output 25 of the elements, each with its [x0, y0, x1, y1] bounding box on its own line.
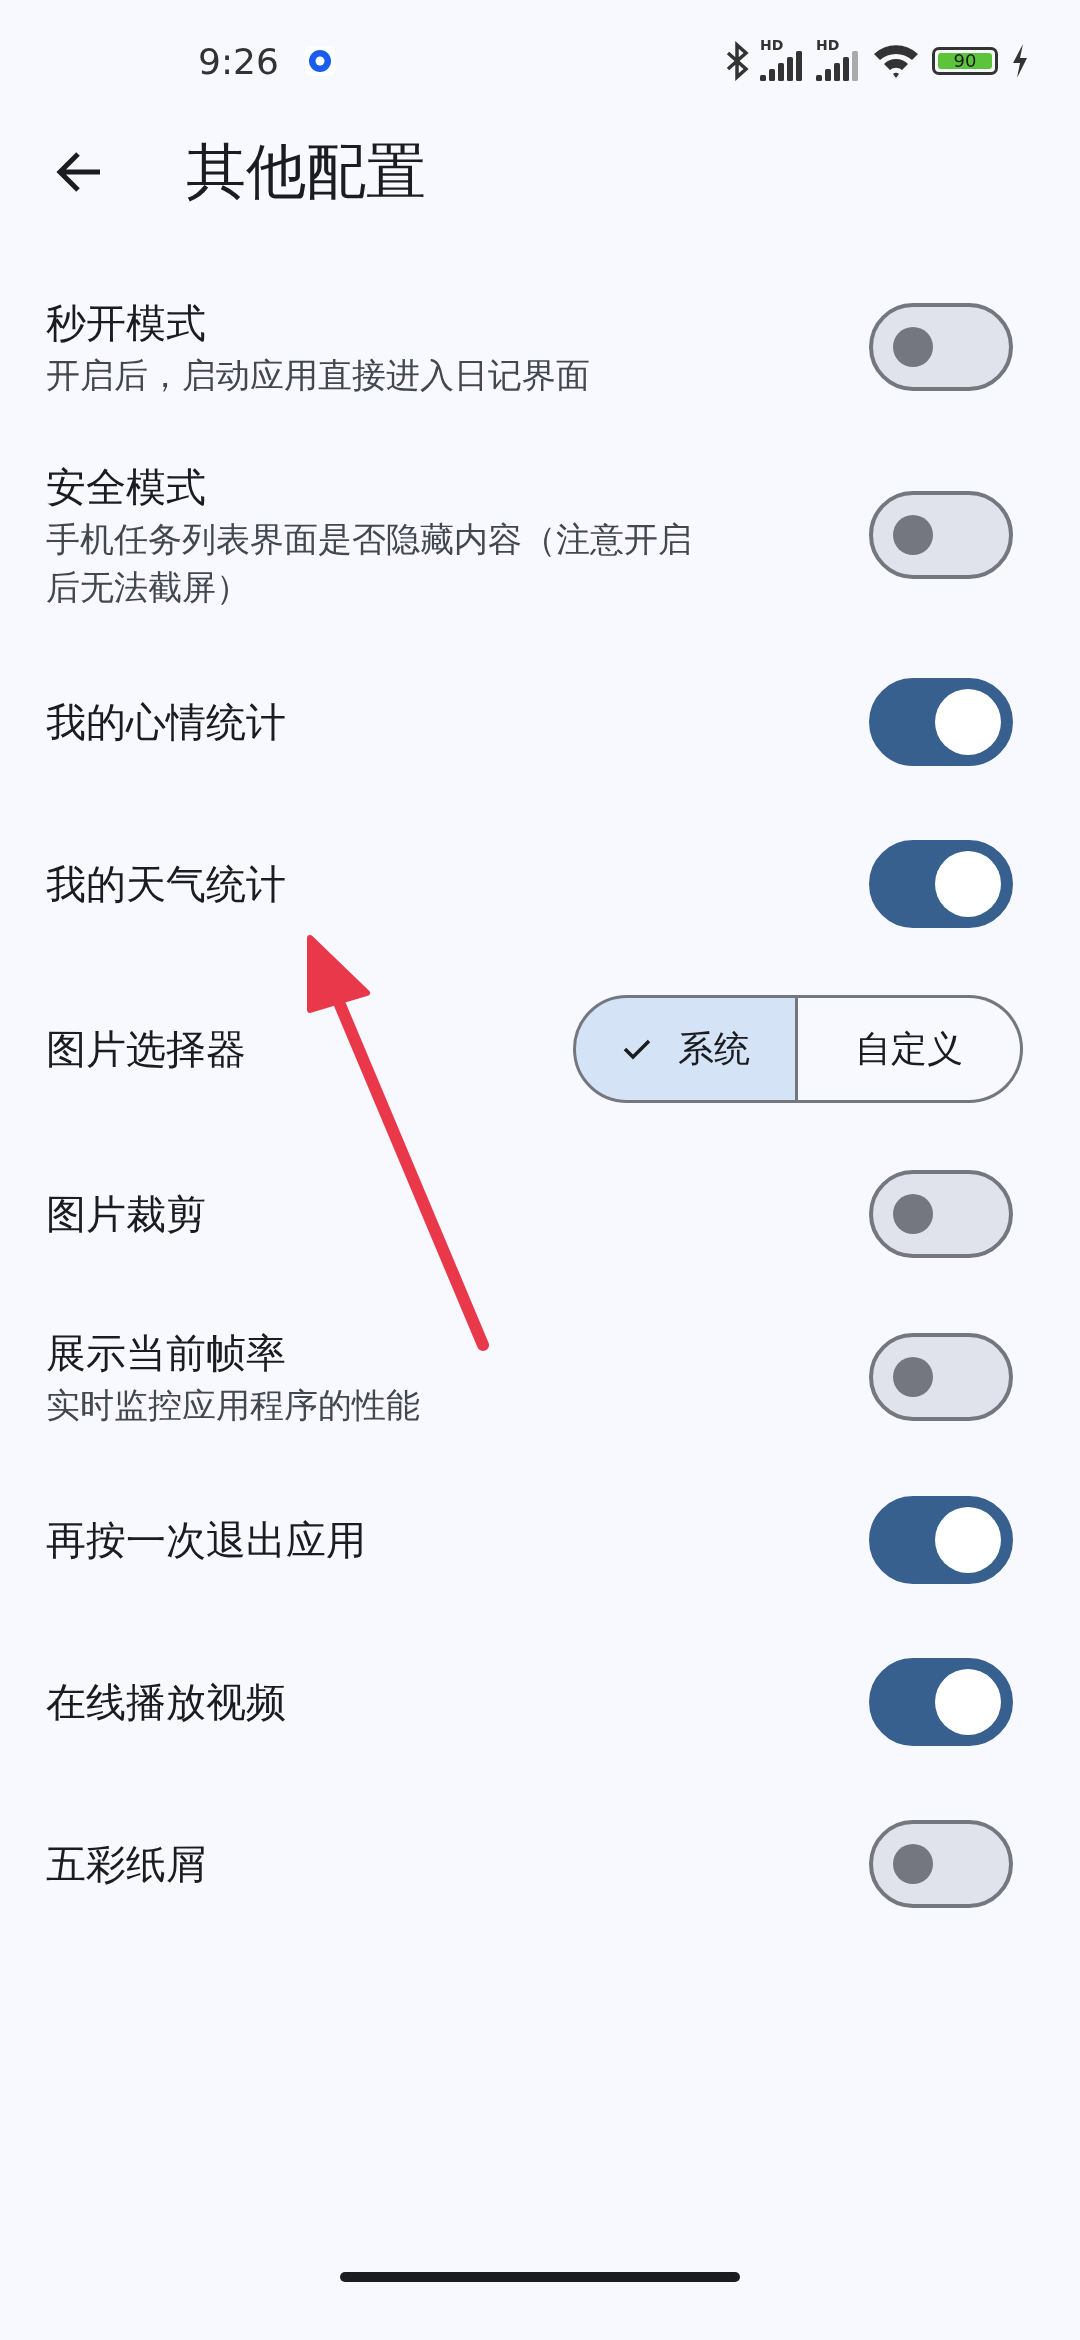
check-icon: [621, 1037, 652, 1061]
segment-button[interactable]: 自定义: [798, 995, 1023, 1103]
setting-description: 开启后，启动应用直接进入日记界面: [46, 354, 591, 397]
wifi-icon: [872, 42, 920, 80]
network-label: HD: [816, 37, 840, 53]
setting-title: 秒开模式: [46, 299, 207, 348]
setting-title: 五彩纸屑: [46, 1840, 207, 1889]
network-label: HD: [760, 37, 784, 53]
battery-level: 90: [938, 53, 992, 69]
app-notification-icon: [304, 46, 335, 76]
setting-title: 图片裁剪: [46, 1190, 207, 1239]
page-title: 其他配置: [186, 134, 426, 208]
status-time: 9:26: [198, 40, 279, 82]
setting-title: 我的心情统计: [46, 698, 287, 747]
setting-title: 再按一次退出应用: [46, 1516, 367, 1565]
signal-icon: [816, 51, 860, 81]
setting-title: 图片选择器: [46, 1025, 247, 1074]
signal-icon: [760, 51, 804, 81]
setting-description: 实时监控应用程序的性能: [46, 1384, 421, 1427]
setting-title: 在线播放视频: [46, 1678, 287, 1727]
setting-description: 手机任务列表界面是否隐藏内容（注意开启后无法截屏）: [46, 518, 693, 609]
setting-title: 展示当前帧率: [46, 1329, 287, 1378]
setting-title: 安全模式: [46, 463, 207, 512]
segment-button[interactable]: 系统: [573, 995, 798, 1103]
setting-title: 我的天气统计: [46, 860, 287, 909]
